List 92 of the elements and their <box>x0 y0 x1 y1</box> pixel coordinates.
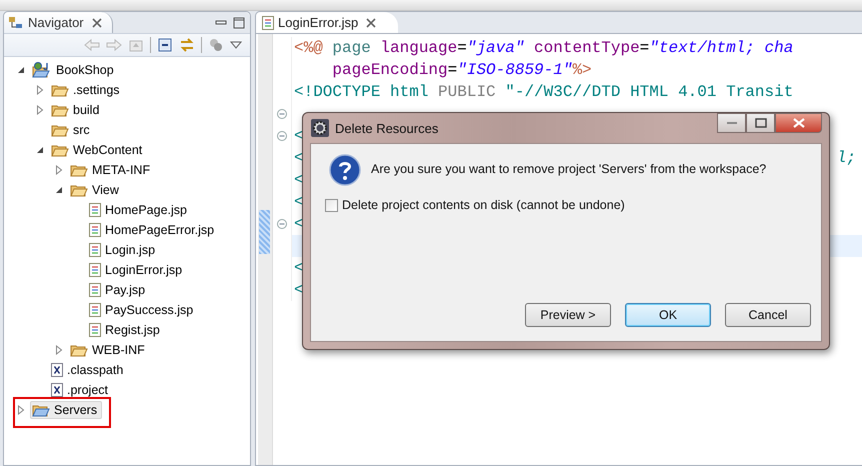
jsp-file-icon <box>89 323 101 337</box>
dialog-message: Are you sure you want to remove project 'Servers' from the workspace? <box>371 161 766 176</box>
close-icon[interactable] <box>366 18 376 28</box>
tree-item[interactable]: WebContent <box>49 141 148 159</box>
tab-label: Navigator <box>28 15 84 30</box>
code-token: language <box>380 39 458 57</box>
dialog-button[interactable]: Preview > <box>525 303 611 327</box>
view-menu-icon[interactable] <box>230 40 242 50</box>
code-token: l; <box>836 149 856 167</box>
tree-item[interactable]: View <box>68 181 124 199</box>
collapsed-arrow-icon[interactable] <box>55 345 63 355</box>
hierarchy-icon <box>8 16 24 30</box>
tree-item[interactable]: .project <box>49 381 113 399</box>
folder-icon <box>51 103 69 117</box>
expanded-arrow-icon[interactable] <box>55 186 63 194</box>
tree-item[interactable]: BookShop <box>30 60 119 80</box>
jsp-file-icon <box>89 303 101 317</box>
tree-item[interactable]: build <box>49 101 104 119</box>
code-token: = <box>448 61 458 79</box>
tree-item[interactable]: Login.jsp <box>87 241 160 259</box>
jsp-file-icon <box>89 283 101 297</box>
fold-icon[interactable] <box>277 131 287 141</box>
dialog-button[interactable]: Cancel <box>725 303 811 327</box>
navigator-tab[interactable]: Navigator <box>4 12 113 33</box>
tree-item[interactable]: Servers <box>30 401 102 419</box>
collapsed-arrow-icon[interactable] <box>36 85 44 95</box>
jsp-file-icon <box>89 263 101 277</box>
tree-item[interactable]: META-INF <box>68 161 156 179</box>
maximize-icon[interactable] <box>233 16 245 28</box>
close-icon <box>792 118 804 128</box>
tree-item[interactable]: HomePage.jsp <box>87 201 192 219</box>
code-token: <!DOCTYPE html <box>294 83 430 101</box>
range-indicator <box>259 210 270 254</box>
tree-item[interactable]: .settings <box>49 81 125 99</box>
close-icon[interactable] <box>92 18 102 28</box>
jsp-file-icon <box>262 16 274 30</box>
code-token: contentType <box>533 39 640 57</box>
code-token: "-//W3C//DTD HTML 4.01 Transit <box>504 83 794 101</box>
dialog-button[interactable]: OK <box>625 303 711 327</box>
tree-item[interactable]: src <box>49 121 95 139</box>
jsp-file-icon <box>89 243 101 257</box>
collapsed-arrow-icon[interactable] <box>36 105 44 115</box>
minimize-icon[interactable] <box>215 18 227 28</box>
code-token: "java" <box>466 39 524 57</box>
x-file-icon <box>51 363 63 377</box>
checkbox-label: Delete project contents on disk (cannot be undone) <box>342 198 625 212</box>
tree-item[interactable]: .classpath <box>49 361 128 379</box>
x-file-icon <box>51 383 63 397</box>
code-token: "text/html; cha <box>649 39 794 57</box>
tree-item[interactable]: Pay.jsp <box>87 281 150 299</box>
code-token: = <box>457 39 467 57</box>
tree-item[interactable]: LoginError.jsp <box>87 261 188 279</box>
collapsed-arrow-icon[interactable] <box>17 405 25 415</box>
code-token: <%@ <box>294 39 323 57</box>
tree-item[interactable]: PaySuccess.jsp <box>87 301 198 319</box>
expanded-arrow-icon[interactable] <box>36 146 44 154</box>
folder-icon <box>51 123 69 137</box>
collapse-all-icon[interactable] <box>157 38 173 52</box>
folder-icon <box>70 163 88 177</box>
folder-icon <box>70 183 88 197</box>
jsp-file-icon <box>89 203 101 217</box>
folder-icon <box>32 403 50 417</box>
question-icon <box>329 154 361 186</box>
code-token: pageEncoding <box>331 61 448 79</box>
expanded-arrow-icon[interactable] <box>17 66 25 74</box>
code-token: = <box>640 39 650 57</box>
code-token: "ISO-8859-1" <box>457 61 572 79</box>
dialog-title: Delete Resources <box>335 120 438 136</box>
code-token: page <box>331 39 372 57</box>
link-arrows-icon[interactable] <box>179 38 195 52</box>
tree-item[interactable]: HomePageError.jsp <box>87 221 220 239</box>
maximize-button[interactable] <box>746 113 775 133</box>
tree-item[interactable]: Regist.jsp <box>87 321 165 339</box>
filter-icon[interactable] <box>208 38 224 52</box>
editor-tab[interactable]: LoginError.jsp <box>256 12 398 33</box>
folder-icon <box>51 83 69 97</box>
code-token: %> <box>572 61 592 79</box>
folder-icon <box>70 343 88 357</box>
gear-icon <box>311 119 329 137</box>
folder-icon <box>51 143 69 157</box>
code-token: PUBLIC <box>438 83 496 101</box>
project-folder-icon <box>32 62 52 78</box>
fold-icon[interactable] <box>277 219 287 229</box>
jsp-file-icon <box>89 223 101 237</box>
maximize-icon <box>754 118 766 128</box>
tree-item[interactable]: WEB-INF <box>68 341 150 359</box>
tab-label: LoginError.jsp <box>278 15 358 30</box>
fold-icon[interactable] <box>277 109 287 119</box>
minimize-button[interactable] <box>717 113 746 133</box>
close-button[interactable] <box>775 113 822 133</box>
checkbox[interactable] <box>325 198 338 212</box>
collapsed-arrow-icon[interactable] <box>55 165 63 175</box>
